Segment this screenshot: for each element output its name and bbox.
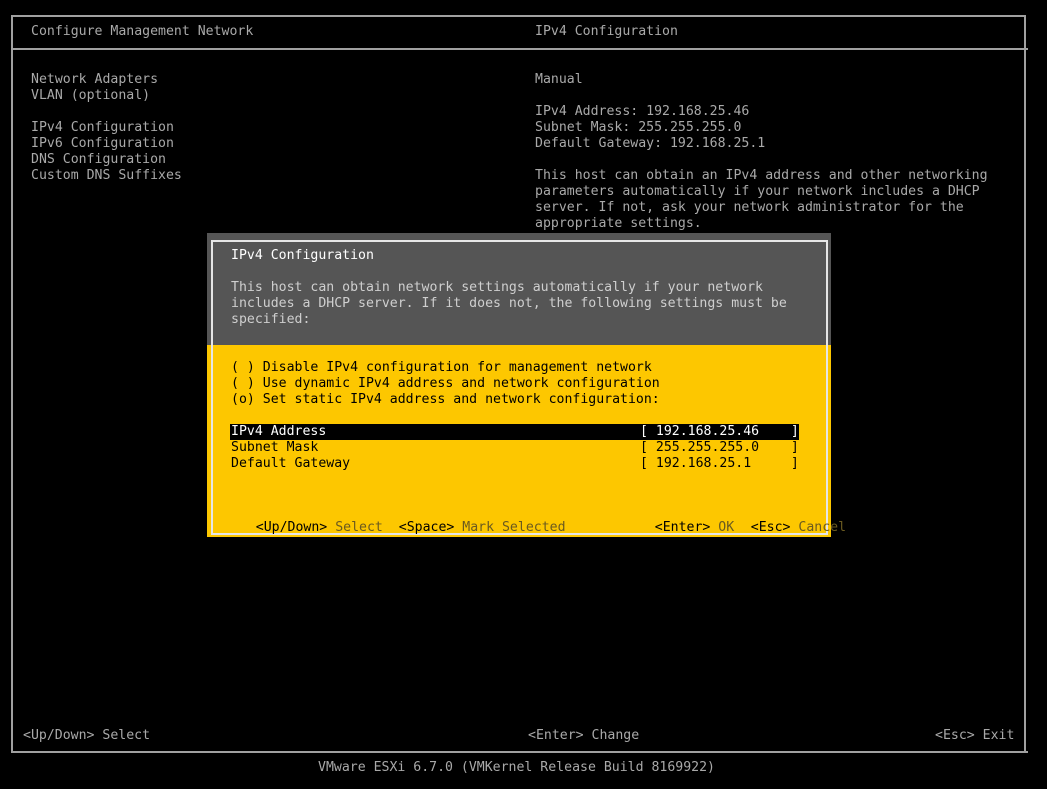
ok-button[interactable]: <Enter> OK [623, 504, 734, 552]
menu-item-ipv6[interactable]: IPv6 Configuration [31, 136, 174, 152]
key-label: <Esc> [750, 520, 791, 535]
radio-static-ipv4[interactable]: (o) Set static IPv4 address and network … [231, 392, 660, 408]
dialog-desc-line: specified: [231, 312, 311, 327]
key-label: <Up/Down> [255, 520, 328, 535]
info-subnet-mask: Subnet Mask: 255.255.255.0 [535, 120, 742, 135]
dialog-key-updown[interactable]: <Up/Down> Select [224, 504, 383, 552]
menu-item-dns[interactable]: DNS Configuration [31, 152, 166, 168]
menu-item-vlan[interactable]: VLAN (optional) [31, 88, 150, 104]
menu-item-ipv4[interactable]: IPv4 Configuration [31, 120, 174, 136]
radio-dynamic-ipv4[interactable]: ( ) Use dynamic IPv4 address and network… [231, 376, 660, 392]
field-label: Default Gateway [231, 456, 351, 471]
info-desc-line: appropriate settings. [535, 216, 702, 231]
default-gateway-field[interactable]: Default Gateway [ 192.168.25.1 ] [230, 456, 799, 472]
field-label: Subnet Mask [231, 440, 319, 455]
dialog-desc-line: includes a DHCP server. If it does not, … [231, 296, 787, 311]
info-ipv4-address: IPv4 Address: 192.168.25.46 [535, 104, 750, 119]
footer-divider [11, 751, 1028, 753]
info-desc-line: parameters automatically if your network… [535, 184, 980, 199]
default-gateway-input[interactable]: [ 192.168.25.1 ] [640, 456, 799, 472]
menu-item-dns-suffixes[interactable]: Custom DNS Suffixes [31, 168, 182, 184]
dialog-title: IPv4 Configuration [231, 248, 374, 263]
ipv4-config-dialog: IPv4 Configuration This host can obtain … [207, 233, 846, 537]
key-action: Cancel [798, 520, 847, 535]
dialog-desc-line: This host can obtain network settings au… [231, 280, 763, 295]
cancel-button[interactable]: <Esc> Cancel [719, 504, 846, 552]
hint-esc-exit[interactable]: <Esc> Exit [935, 728, 1014, 744]
field-label: IPv4 Address [231, 424, 327, 439]
hint-updown-select: <Up/Down> Select [23, 728, 151, 743]
ipv4-address-field[interactable]: IPv4 Address [ 192.168.25.46 ] [230, 424, 799, 440]
page-title: Configure Management Network [31, 24, 254, 39]
key-action: Mark Selected [462, 520, 566, 535]
hint-enter-change[interactable]: <Enter> Change [528, 728, 639, 744]
key-label: <Space> [398, 520, 455, 535]
dialog-key-space[interactable]: <Space> Mark Selected [367, 504, 566, 552]
version-footer: VMware ESXi 6.7.0 (VMKernel Release Buil… [318, 760, 715, 775]
subnet-mask-input[interactable]: [ 255.255.255.0 ] [640, 440, 799, 456]
section-title: IPv4 Configuration [535, 24, 678, 39]
header-divider [11, 48, 1028, 50]
info-desc-line: server. If not, ask your network adminis… [535, 200, 964, 215]
menu-item-network-adapters[interactable]: Network Adapters [31, 72, 158, 88]
info-default-gateway: Default Gateway: 192.168.25.1 [535, 136, 766, 151]
key-label: <Enter> [654, 520, 711, 535]
info-desc-line: This host can obtain an IPv4 address and… [535, 168, 988, 183]
config-mode: Manual [535, 72, 583, 87]
ipv4-address-input[interactable]: [ 192.168.25.46 ] [640, 424, 799, 440]
radio-disable-ipv4[interactable]: ( ) Disable IPv4 configuration for manag… [231, 360, 652, 376]
subnet-mask-field[interactable]: Subnet Mask [ 255.255.255.0 ] [230, 440, 799, 456]
